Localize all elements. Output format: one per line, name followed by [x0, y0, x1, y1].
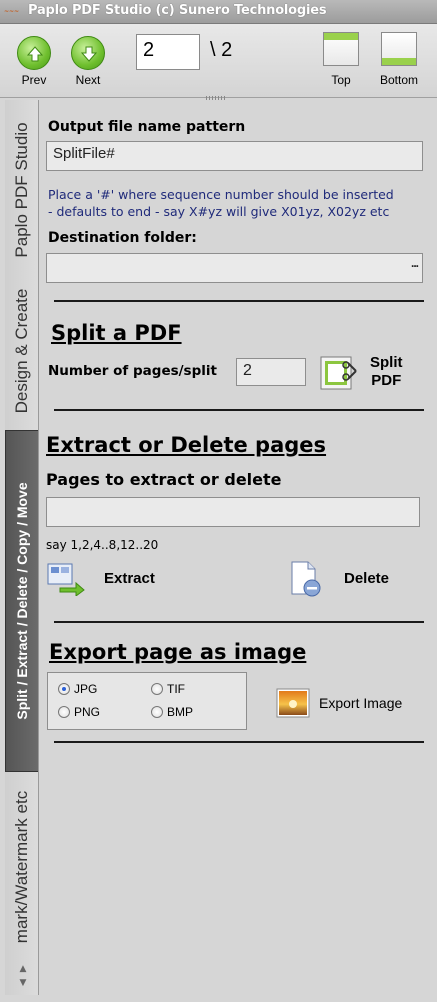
- extract-button[interactable]: Extract: [46, 562, 176, 598]
- arrow-down-icon: [71, 36, 105, 70]
- pages-example-hint: say 1,2,4..8,12..20: [46, 538, 159, 552]
- bottom-button[interactable]: Bottom: [374, 32, 424, 94]
- page-top-icon: [323, 32, 359, 66]
- separator: [54, 741, 424, 743]
- image-format-group: JPG TIF PNG BMP: [47, 672, 247, 730]
- total-pages: \ 2: [210, 39, 233, 61]
- tab-watermark[interactable]: mark/Watermark etc: [5, 776, 38, 958]
- tab-paplo-pdf-studio[interactable]: Paplo PDF Studio: [5, 106, 38, 274]
- split-pdf-button[interactable]: [320, 355, 360, 391]
- tab-split-extract[interactable]: Split / Extract / Delete / Copy / Move: [5, 430, 38, 772]
- prev-button[interactable]: Prev: [14, 28, 54, 94]
- split-pdf-label[interactable]: Split PDF: [370, 354, 403, 390]
- delete-pages-icon: [291, 561, 321, 597]
- output-pattern-label: Output file name pattern: [48, 119, 246, 135]
- pages-extract-input[interactable]: [46, 497, 420, 527]
- tab-design-create[interactable]: Design & Create: [5, 276, 38, 426]
- destination-label: Destination folder:: [48, 230, 197, 246]
- next-label: Next: [75, 73, 101, 87]
- pages-per-split-label: Number of pages/split: [48, 363, 217, 379]
- destination-input[interactable]: ...: [46, 253, 423, 283]
- bottom-label: Bottom: [379, 73, 418, 87]
- prev-label: Prev: [21, 73, 47, 87]
- extract-pages-icon: [47, 563, 85, 596]
- browse-button[interactable]: ...: [411, 256, 419, 270]
- output-pattern-input[interactable]: SplitFile#: [46, 141, 423, 171]
- title-bar: ~~~ Paplo PDF Studio (c) Sunero Technolo…: [0, 0, 437, 24]
- image-icon: [276, 688, 310, 718]
- delete-button[interactable]: Delete: [288, 560, 418, 600]
- extract-heading: Extract or Delete pages: [46, 433, 327, 457]
- separator: [54, 621, 424, 623]
- next-button[interactable]: Next: [68, 28, 108, 94]
- window-title: Paplo PDF Studio (c) Sunero Technologies: [28, 3, 327, 18]
- top-label: Top: [331, 73, 351, 87]
- page-bottom-icon: [381, 32, 417, 66]
- export-heading: Export page as image: [49, 640, 307, 664]
- pattern-hint-line1: Place a '#' where sequence number should…: [48, 187, 394, 202]
- split-heading: Split a PDF: [51, 321, 182, 345]
- radio-bmp[interactable]: BMP: [151, 705, 193, 719]
- radio-png[interactable]: PNG: [58, 705, 100, 719]
- separator: [54, 409, 424, 411]
- top-button[interactable]: Top: [316, 32, 366, 94]
- app-logo-icon: ~~~: [4, 8, 20, 15]
- split-panel: Output file name pattern SplitFile# Plac…: [40, 100, 432, 995]
- separator: [54, 300, 424, 302]
- side-tabs: Paplo PDF Studio Design & Create Split /…: [5, 100, 39, 995]
- pages-per-split-input[interactable]: 2: [236, 358, 306, 386]
- radio-tif[interactable]: TIF: [151, 682, 185, 696]
- pages-extract-label: Pages to extract or delete: [46, 470, 282, 489]
- scroll-up-icon[interactable]: ▲: [17, 964, 29, 974]
- toolbar: Prev Next 2 \ 2 Top Bottom: [0, 24, 437, 98]
- current-page-input[interactable]: 2: [136, 34, 200, 70]
- radio-jpg[interactable]: JPG: [58, 682, 97, 696]
- split-pdf-icon: [320, 356, 357, 390]
- scroll-down-icon[interactable]: ▼: [17, 978, 29, 988]
- arrow-up-icon: [17, 36, 51, 70]
- export-image-button[interactable]: Export Image: [276, 688, 426, 722]
- pattern-hint-line2: - defaults to end - say X#yz will give X…: [48, 204, 390, 219]
